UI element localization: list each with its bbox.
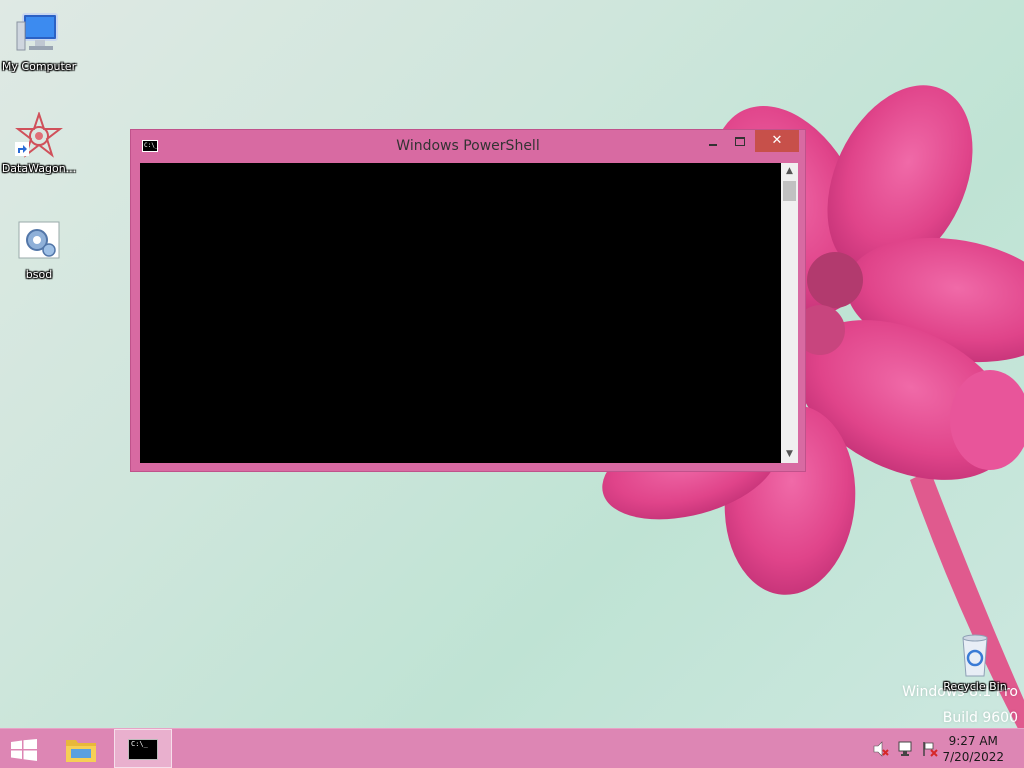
minimize-button[interactable]	[699, 130, 726, 152]
desktop-icon-label: Recycle Bin	[943, 680, 1007, 693]
desktop-icon-label: My Computer	[1, 60, 77, 73]
os-watermark-build: Build 9600	[942, 710, 1018, 726]
start-button[interactable]	[10, 739, 38, 761]
desktop-icon-datawagon[interactable]: DataWagon...	[0, 110, 78, 175]
taskbar-powershell-button[interactable]: C:\_	[114, 729, 172, 768]
window-titlebar[interactable]: C:\_ Windows PowerShell ✕	[131, 130, 805, 162]
volume-muted-icon[interactable]	[873, 741, 889, 757]
powershell-window[interactable]: C:\_ Windows PowerShell ✕ ▲ ▼	[130, 129, 806, 472]
console-output-area[interactable]	[140, 163, 781, 463]
taskbar-clock[interactable]: 9:27 AM 7/20/2022	[942, 733, 1004, 765]
scroll-down-arrow-icon[interactable]: ▼	[781, 446, 798, 463]
close-button[interactable]: ✕	[755, 130, 799, 152]
desktop-icon-label: DataWagon...	[1, 162, 77, 175]
scrollbar-thumb[interactable]	[783, 181, 796, 201]
vertical-scrollbar[interactable]: ▲ ▼	[781, 163, 798, 463]
maximize-button[interactable]	[727, 130, 754, 152]
settings-file-icon	[15, 218, 63, 266]
console-icon: C:\_	[128, 739, 158, 760]
taskbar: C:\_ 9:27 AM 7/20/2022	[0, 728, 1024, 768]
desktop-icon-recycle-bin[interactable]: Recycle Bin	[936, 630, 1014, 693]
network-icon[interactable]	[898, 741, 914, 757]
clock-date: 7/20/2022	[942, 750, 1004, 764]
desktop-icon-label: bsod	[25, 268, 53, 281]
desktop-icon-my-computer[interactable]: My Computer	[0, 10, 78, 73]
datawagon-icon	[15, 110, 63, 160]
folder-icon	[66, 740, 96, 762]
scroll-up-arrow-icon[interactable]: ▲	[781, 163, 798, 180]
shortcut-arrow-icon	[15, 142, 29, 156]
recycle-bin-icon	[951, 630, 999, 678]
windows-logo-icon	[11, 739, 37, 761]
computer-icon	[15, 10, 63, 58]
desktop-icon-bsod[interactable]: bsod	[0, 218, 78, 281]
taskbar-file-explorer-button[interactable]	[52, 729, 110, 768]
action-center-flag-icon[interactable]	[922, 741, 938, 757]
clock-time: 9:27 AM	[948, 734, 998, 748]
